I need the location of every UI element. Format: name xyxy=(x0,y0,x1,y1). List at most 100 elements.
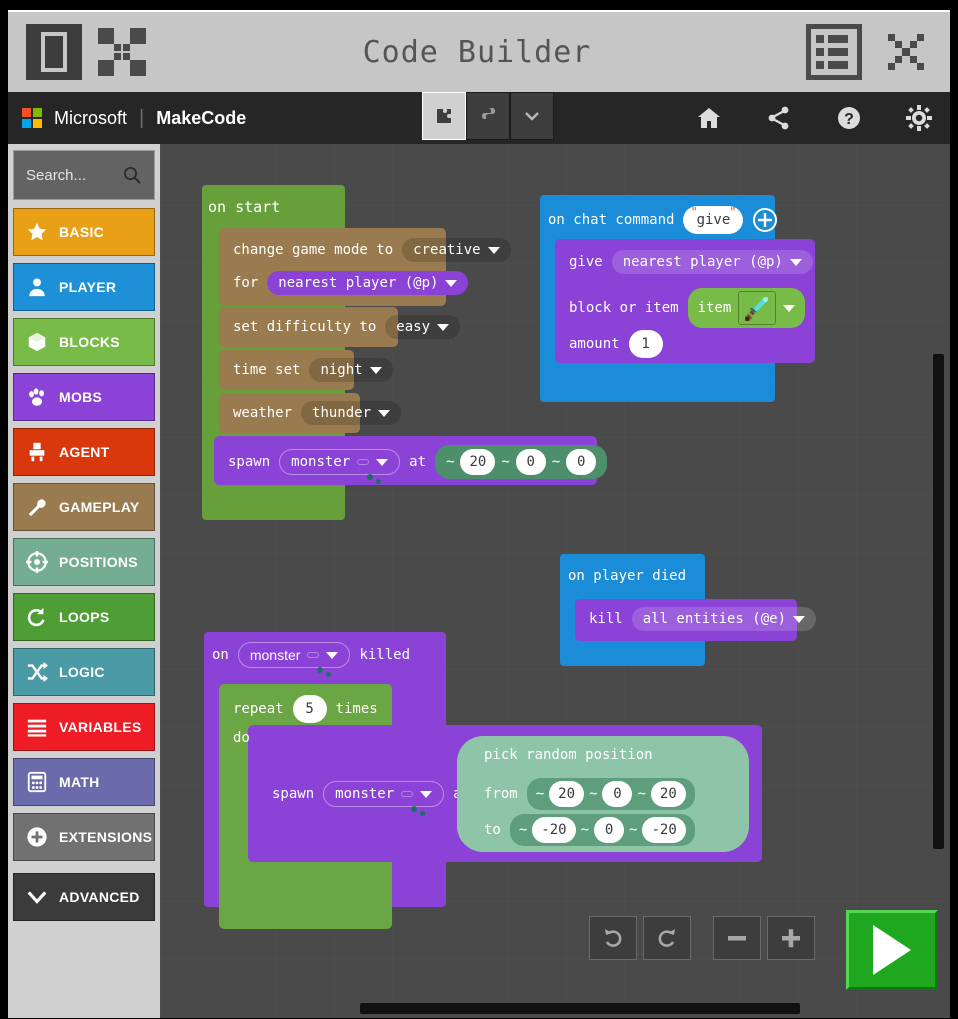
from-y-input[interactable]: 0 xyxy=(602,781,633,807)
weather-value: thunder xyxy=(312,405,372,421)
repeat-do-label: do xyxy=(233,730,250,746)
redo-button[interactable] xyxy=(643,916,691,960)
toolbox-category-extensions[interactable]: EXTENSIONS xyxy=(13,813,155,861)
time-value: night xyxy=(320,362,363,378)
weather-dropdown[interactable]: thunder xyxy=(301,401,402,425)
amount-input[interactable]: 1 xyxy=(628,330,663,358)
coord-tilde-y: ~ xyxy=(501,454,510,470)
spawn-random-mob-label: monster xyxy=(335,786,395,802)
block-kill[interactable]: kill all entities (@e) xyxy=(575,599,817,641)
difficulty-dropdown[interactable]: easy xyxy=(385,315,461,339)
chat-command-input[interactable]: " give " xyxy=(683,205,744,234)
block-or-item-text: block or item xyxy=(569,300,679,316)
crosshair-icon xyxy=(26,551,48,573)
block-give[interactable]: give nearest player (@p) block or item i… xyxy=(555,239,815,363)
header-actions: ? xyxy=(696,92,932,144)
item-dropdown[interactable]: item xyxy=(687,288,806,328)
share-icon[interactable] xyxy=(766,105,792,131)
toolbox-category-label: POSITIONS xyxy=(59,554,138,570)
list-menu-icon[interactable] xyxy=(806,24,862,80)
kill-target-dropdown[interactable]: all entities (@e) xyxy=(631,607,817,631)
blocks-workspace[interactable]: on start change game mode to creative fo… xyxy=(160,144,950,1018)
from-coordinates[interactable]: ~ 20 ~ 0 ~ 20 xyxy=(526,778,695,810)
from-tilde-z: ~ xyxy=(637,786,646,802)
home-icon[interactable] xyxy=(696,105,722,131)
block-change-game-mode[interactable]: change game mode to creative for nearest… xyxy=(219,228,511,306)
toolbox-category-variables[interactable]: VARIABLES xyxy=(13,703,155,751)
game-mode-target-dropdown[interactable]: nearest player (@p) xyxy=(267,271,469,295)
search-input[interactable]: Search... xyxy=(13,150,155,200)
horizontal-scrollbar[interactable] xyxy=(360,1003,800,1014)
block-pick-random-position[interactable]: pick random position from ~ 20 ~ 0 ~ 20 … xyxy=(457,736,749,852)
coord-x-input[interactable]: 20 xyxy=(460,449,496,475)
block-spawn-random[interactable]: spawn monster at pick random position fr… xyxy=(248,725,762,862)
python-mode-button[interactable] xyxy=(466,92,510,140)
set-difficulty-text: set difficulty to xyxy=(233,319,377,335)
toolbox-category-logic[interactable]: LOGIC xyxy=(13,648,155,696)
spawn-coordinates[interactable]: ~ 20 ~ 0 ~ 0 xyxy=(435,445,608,479)
to-x-input[interactable]: -20 xyxy=(532,817,576,843)
toolbox-category-advanced[interactable]: ADVANCED xyxy=(13,873,155,921)
block-weather[interactable]: weather thunder xyxy=(219,393,402,433)
zoom-out-button[interactable] xyxy=(713,916,761,960)
time-dropdown[interactable]: night xyxy=(309,358,393,382)
titlebar-right-icons xyxy=(806,24,950,80)
toolbox-category-basic[interactable]: BASIC xyxy=(13,208,155,256)
toolbox-category-label: PLAYER xyxy=(59,279,117,295)
repeat-count-input[interactable]: 5 xyxy=(292,695,327,723)
gear-icon[interactable] xyxy=(906,105,932,131)
from-tilde-y: ~ xyxy=(589,786,598,802)
close-icon[interactable] xyxy=(884,30,928,74)
toolbox-category-gameplay[interactable]: GAMEPLAY xyxy=(13,483,155,531)
from-label: from xyxy=(484,786,518,802)
coord-tilde-z: ~ xyxy=(551,454,561,470)
from-x-input[interactable]: 20 xyxy=(549,781,585,807)
toolbox-category-label: GAMEPLAY xyxy=(59,499,140,515)
workspace-controls xyxy=(589,916,815,960)
redo-icon xyxy=(658,929,675,947)
toolbox-category-label: MOBS xyxy=(59,389,103,405)
block-set-difficulty[interactable]: set difficulty to easy xyxy=(219,307,461,347)
plus-circle-icon[interactable] xyxy=(752,207,778,233)
toolbox-category-label: LOGIC xyxy=(59,664,105,680)
toolbox-category-label: LOOPS xyxy=(59,609,110,625)
plus-circle-icon xyxy=(26,826,48,848)
question-help-icon[interactable]: ? xyxy=(836,105,862,131)
spawn-mob-dropdown[interactable]: monster xyxy=(279,449,401,475)
change-game-mode-text-2: for xyxy=(233,275,259,291)
minus-icon xyxy=(728,936,746,941)
to-z-input[interactable]: -20 xyxy=(642,817,686,843)
vertical-scrollbar[interactable] xyxy=(933,354,944,849)
toolbox-category-mobs[interactable]: MOBS xyxy=(13,373,155,421)
toolbox-category-label: ADVANCED xyxy=(59,889,140,905)
toolbox-category-math[interactable]: MATH xyxy=(13,758,155,806)
zoom-in-button[interactable] xyxy=(767,916,815,960)
play-button[interactable] xyxy=(846,910,938,990)
toolbox-category-positions[interactable]: POSITIONS xyxy=(13,538,155,586)
coord-y-input[interactable]: 0 xyxy=(515,449,546,475)
blocks-mode-button[interactable] xyxy=(422,92,466,140)
block-spawn-monster[interactable]: spawn monster at ~ 20 ~ 0 ~ 0 xyxy=(214,436,608,485)
window-title: Code Builder xyxy=(362,34,592,70)
game-mode-dropdown[interactable]: creative xyxy=(402,238,511,262)
spawn-random-mob-dropdown[interactable]: monster xyxy=(323,781,445,807)
undo-button[interactable] xyxy=(589,916,637,960)
toolbox-category-label: BASIC xyxy=(59,224,105,240)
panel-toggle-icon[interactable] xyxy=(26,24,82,80)
mode-dropdown-button[interactable] xyxy=(510,92,554,140)
expand-fullscreen-icon[interactable] xyxy=(96,26,148,78)
toolbox-category-agent[interactable]: AGENT xyxy=(13,428,155,476)
from-z-input[interactable]: 20 xyxy=(650,781,686,807)
toolbox-category-player[interactable]: PLAYER xyxy=(13,263,155,311)
play-triangle-icon xyxy=(873,925,911,975)
chevron-down-icon xyxy=(369,366,382,374)
coord-z-input[interactable]: 0 xyxy=(566,449,597,475)
to-coordinates[interactable]: ~ -20 ~ 0 ~ -20 xyxy=(509,814,695,846)
block-time-set[interactable]: time set night xyxy=(219,350,393,390)
toolbox-category-blocks[interactable]: BLOCKS xyxy=(13,318,155,366)
to-y-input[interactable]: 0 xyxy=(594,817,625,843)
toolbox-category-loops[interactable]: LOOPS xyxy=(13,593,155,641)
to-label: to xyxy=(484,822,501,838)
give-target-dropdown[interactable]: nearest player (@p) xyxy=(611,250,813,274)
killed-mob-dropdown[interactable]: monster xyxy=(237,642,351,668)
